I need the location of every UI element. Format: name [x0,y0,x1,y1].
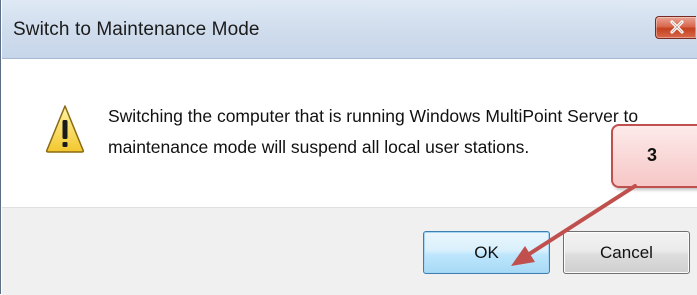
warning-icon [45,105,85,153]
step-number-label: 3 [647,145,658,165]
dialog-title: Switch to Maintenance Mode [13,19,260,40]
close-button[interactable] [655,16,696,39]
dialog-message: Switching the computer that is running W… [108,106,639,157]
step-callout: 3 [611,124,697,188]
maintenance-mode-dialog: Switch to Maintenance Mode Switching the… [0,0,697,295]
title-bar: Switch to Maintenance Mode [2,0,697,59]
ok-button[interactable]: OK [423,231,550,274]
cancel-button[interactable]: Cancel [563,231,690,274]
close-icon [670,20,684,34]
